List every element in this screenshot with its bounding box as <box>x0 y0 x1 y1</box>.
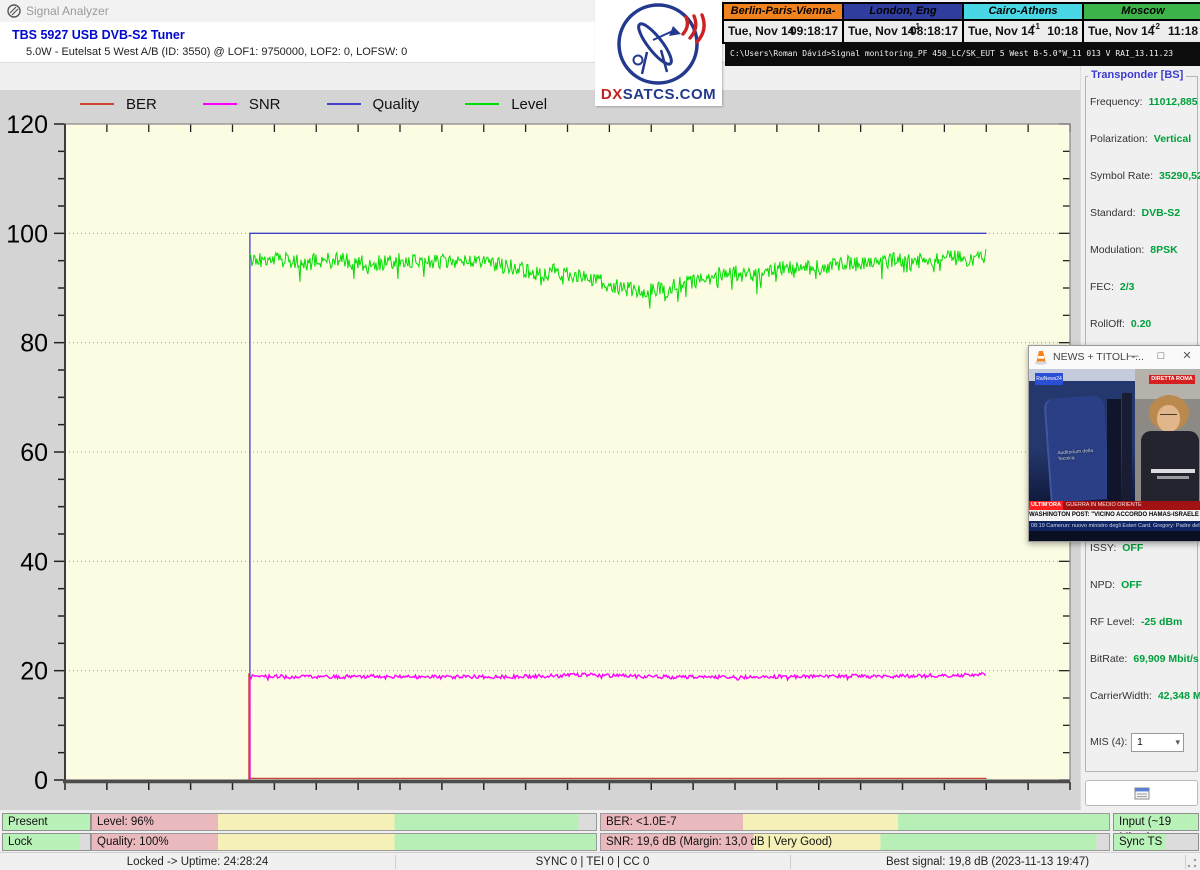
legend-swatch <box>80 103 114 106</box>
legend-label: Quality <box>373 96 420 113</box>
svg-text:80: 80 <box>20 330 48 358</box>
field-polarization: Polarization:Vertical <box>1090 133 1191 145</box>
minimize-button[interactable]: — <box>1125 349 1141 365</box>
svg-text:0: 0 <box>34 767 48 795</box>
clock-city: Berlin-Paris-Vienna-Roma <box>724 4 842 21</box>
silhouette <box>1122 393 1132 501</box>
legend-item-ber: BER <box>80 96 157 113</box>
close-button[interactable]: ✕ <box>1179 349 1195 365</box>
reporter-body <box>1141 431 1199 501</box>
quality-bar: Quality: 100% <box>91 833 597 851</box>
legend-swatch <box>327 103 361 106</box>
status-uptime: Locked -> Uptime: 24:28:24 <box>0 855 395 870</box>
legend-label: Level <box>511 96 547 113</box>
clock-city: Cairo-Athens <box>964 4 1082 21</box>
logo-text: DXSATCS.COM <box>595 86 722 103</box>
signal-chart: 0 20 40 60 80 100 120 <box>0 90 1080 810</box>
legend-item-quality: Quality <box>327 96 420 113</box>
podium: Auditorium della Tecnica <box>1043 395 1110 503</box>
legend-label: SNR <box>249 96 281 113</box>
chart-legend: BER SNR Quality Level <box>80 95 547 113</box>
legend-item-snr: SNR <box>203 96 281 113</box>
field-frequency: Frequency:11012,885 MHz <box>1090 96 1200 108</box>
console-line: C:\Users\Roman Dávid>Signal monitoring_P… <box>725 42 1200 66</box>
field-carrierwidth: CarrierWidth:42,348 MHz <box>1090 690 1200 702</box>
clock-city: Moscow <box>1084 4 1200 21</box>
video-content[interactable]: Auditorium della Tecnica RaiNews24 DIRET… <box>1029 369 1200 541</box>
level-bar: Level: 96% <box>91 813 597 831</box>
tuner-name: TBS 5927 USB DVB-S2 Tuner <box>12 28 185 42</box>
world-clocks: Berlin-Paris-Vienna-Roma Tue, Nov 1409:1… <box>722 2 1200 44</box>
snr-bar: SNR: 19,6 dB (Margin: 13,0 dB | Very Goo… <box>600 833 1110 851</box>
window-title: Signal Analyzer <box>26 4 109 18</box>
status-bar: Locked -> Uptime: 24:28:24 SYNC 0 | TEI … <box>0 852 1200 870</box>
video-title-bar[interactable]: NEWS + TITOLI -... — □ ✕ <box>1029 346 1200 370</box>
breaking-strip: ULTIM'ORA GUERRA IN MEDIO ORIENTE <box>1029 501 1200 510</box>
field-symbol-rate: Symbol Rate:35290,527 KS/s <box>1090 170 1200 182</box>
legend-label: BER <box>126 96 157 113</box>
news-scene: Auditorium della Tecnica RaiNews24 DIRET… <box>1029 369 1200 501</box>
caption-name-bar <box>1151 469 1195 473</box>
svg-text:100: 100 <box>6 220 48 248</box>
field-issy: ISSY:OFF <box>1090 542 1143 554</box>
breaking-tag: ULTIM'ORA <box>1029 501 1063 510</box>
maximize-button[interactable]: □ <box>1153 349 1169 365</box>
satellite-dish-icon <box>595 0 722 88</box>
vlc-cone-icon <box>1034 350 1048 365</box>
stream-settings-button[interactable] <box>1085 780 1198 806</box>
stream-icon <box>1134 787 1150 800</box>
headline-strip: WASHINGTON POST: "VICINO ACCORDO HAMAS-I… <box>1029 510 1200 521</box>
field-bitrate: BitRate:69,909 Mbit/s <box>1090 653 1199 665</box>
present-badge: Present <box>2 813 91 831</box>
field-rf-level: RF Level:-25 dBm <box>1090 616 1182 628</box>
breaking-topic: GUERRA IN MEDIO ORIENTE <box>1063 501 1142 510</box>
mis-value: 1 <box>1137 736 1143 748</box>
app-icon <box>7 4 21 18</box>
status-best-signal: Best signal: 19,8 dB (2023-11-13 19:47) <box>790 855 1185 870</box>
field-modulation: Modulation:8PSK <box>1090 244 1178 256</box>
sync-ts-badge: Sync TS <box>1113 833 1199 851</box>
dxsatcs-logo: DXSATCS.COM <box>595 0 722 106</box>
monitor-rows: Present Level: 96% BER: <1.0E-7 Input (~… <box>0 810 1200 852</box>
field-npd: NPD:OFF <box>1090 579 1142 591</box>
resize-grip[interactable] <box>1186 857 1198 869</box>
svg-text:120: 120 <box>6 111 48 139</box>
svg-text:60: 60 <box>20 439 48 467</box>
caption-role-bar <box>1157 476 1189 479</box>
transponder-title: Transponder [BS] <box>1088 69 1186 81</box>
app-window: Signal Analyzer TBS 5927 USB DVB-S2 Tune… <box>0 0 1200 870</box>
mis-dropdown[interactable]: 1 ▾ <box>1131 733 1184 752</box>
input-badge: Input (~19 Mbps) <box>1113 813 1199 831</box>
field-standard: Standard:DVB-S2 <box>1090 207 1180 219</box>
clock-cairo: Cairo-Athens Tue, Nov 14+110:18 <box>964 4 1082 42</box>
ber-bar: BER: <1.0E-7 <box>600 813 1110 831</box>
vlc-video-window[interactable]: NEWS + TITOLI -... — □ ✕ Auditorium dell… <box>1028 345 1200 542</box>
reporter-glasses <box>1160 414 1177 418</box>
svg-text:20: 20 <box>20 658 48 686</box>
status-sync: SYNC 0 | TEI 0 | CC 0 <box>395 855 790 870</box>
lock-badge: Lock <box>2 833 91 851</box>
clock-moscow: Moscow Tue, Nov 14+211:18 <box>1084 4 1200 42</box>
legend-swatch <box>203 103 237 106</box>
clock-city: London, Eng <box>844 4 962 21</box>
clock-berlin: Berlin-Paris-Vienna-Roma Tue, Nov 1409:1… <box>724 4 842 42</box>
clock-london: London, Eng Tue, Nov 14-108:18:17 <box>844 4 962 42</box>
chevron-down-icon: ▾ <box>1175 734 1180 751</box>
legend-swatch <box>465 103 499 106</box>
reporter-face <box>1157 405 1180 432</box>
silhouette <box>1107 399 1121 501</box>
svg-text:40: 40 <box>20 548 48 576</box>
live-badge: DIRETTA ROMA <box>1149 375 1195 384</box>
legend-item-level: Level <box>465 96 547 113</box>
tuner-settings: 5.0W - Eutelsat 5 West A/B (ID: 3550) @ … <box>26 46 407 58</box>
ticker-strip: 08:19 Camerun: nuovo ministro degli Este… <box>1029 521 1200 531</box>
video-bottom-edge <box>1029 531 1200 541</box>
channel-logo: RaiNews24 <box>1035 373 1063 385</box>
field-rolloff: RollOff:0.20 <box>1090 318 1151 330</box>
signal-monitor-panel: BER SNR Quality Level 0 20 40 60 80 100 120 <box>0 90 1080 810</box>
field-mis-label: MIS (4): <box>1090 736 1127 748</box>
field-fec: FEC:2/3 <box>1090 281 1135 293</box>
